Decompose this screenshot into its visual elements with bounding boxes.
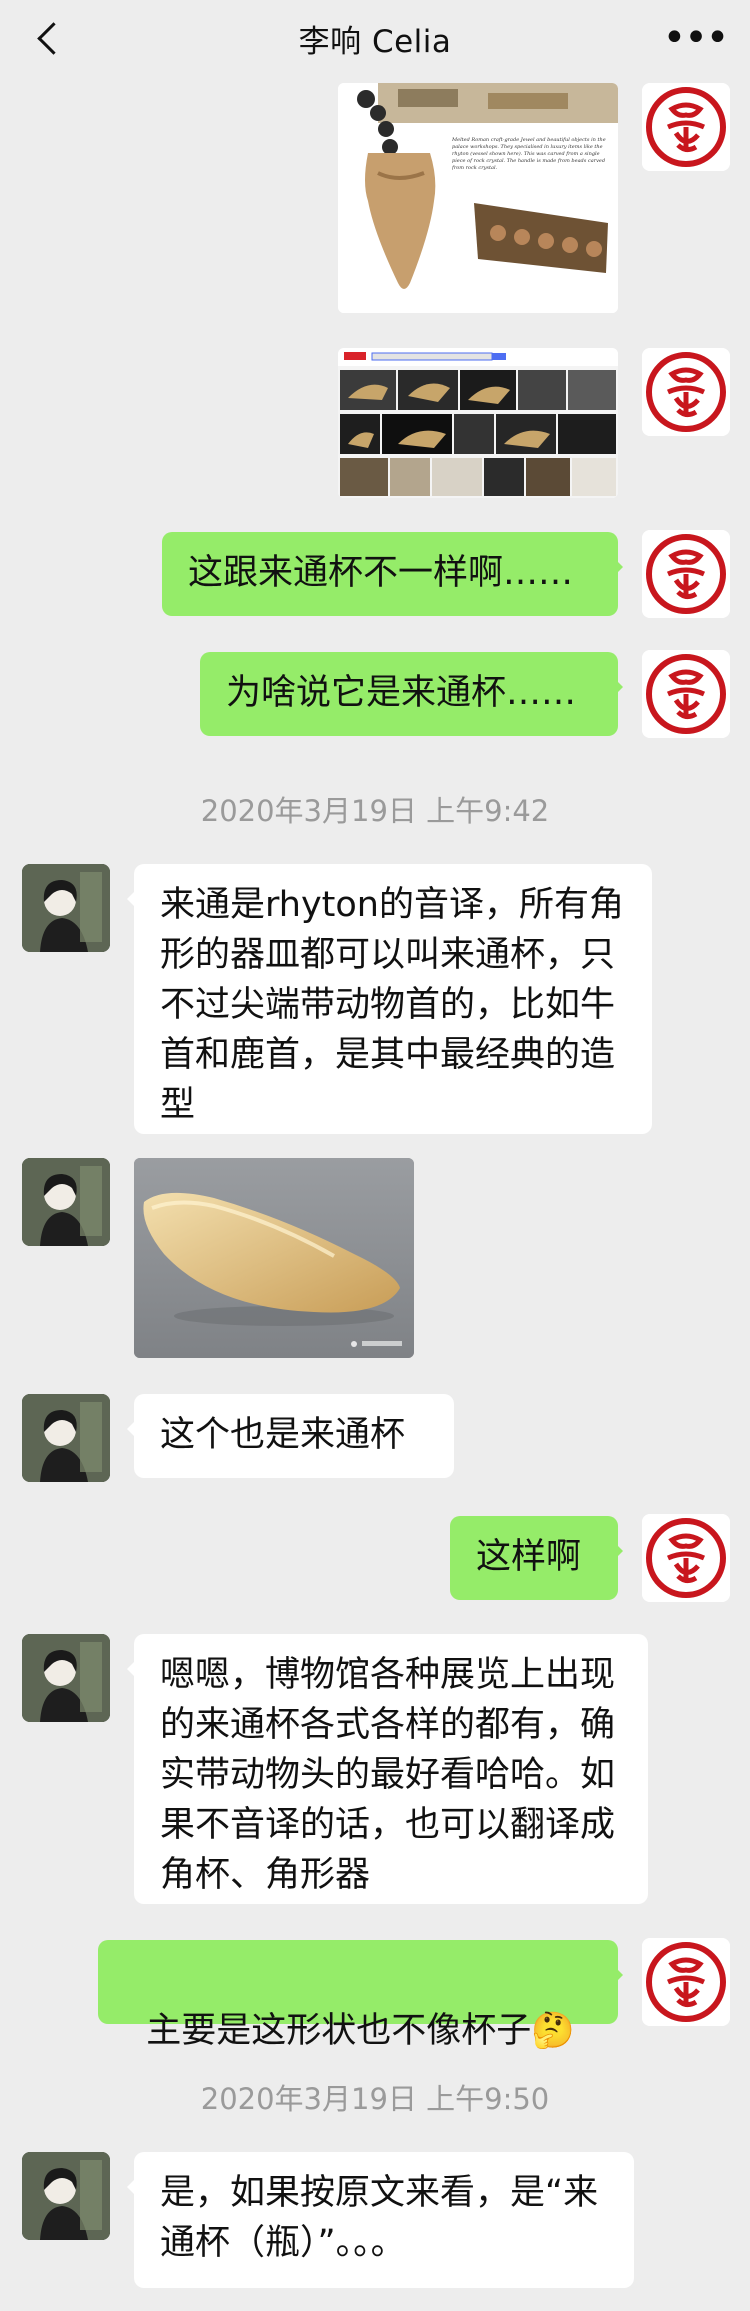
self-avatar[interactable] xyxy=(642,1938,730,2026)
contact-avatar[interactable] xyxy=(22,864,110,952)
self-avatar[interactable] xyxy=(642,530,730,618)
image-message-1[interactable]: Melted Roman craft-grade Jewel and beaut… xyxy=(338,83,618,313)
vessel-photo: Melted Roman craft-grade Jewel and beaut… xyxy=(338,83,618,313)
chevron-left-icon xyxy=(36,21,70,55)
message-bubble[interactable]: 嗯嗯，博物馆各种展览上出现的来通杯各式各样的都有，确实带动物头的最好看哈哈。如果… xyxy=(127,1634,648,1904)
message-bubble[interactable]: 来通是rhyton的音译，所有角形的器皿都可以叫来通杯，只不过尖端带动物首的，比… xyxy=(127,864,652,1134)
contact-avatar[interactable] xyxy=(22,1158,110,1246)
search-results-screenshot xyxy=(338,348,618,498)
image-message-3[interactable] xyxy=(134,1158,414,1358)
thinking-emoji-icon: 🤔 xyxy=(531,2011,575,2051)
timestamp: 2020年3月19日 上午9:42 xyxy=(200,794,550,828)
image-message-2[interactable] xyxy=(338,348,618,498)
message-text: 主要是这形状也不像杯子 xyxy=(146,2011,532,2051)
message-bubble[interactable]: 主要是这形状也不像杯子🤔 xyxy=(98,1940,623,2051)
contact-avatar[interactable] xyxy=(22,1634,110,1722)
message-bubble[interactable]: 为啥说它是来通杯…… xyxy=(200,652,623,736)
self-avatar[interactable] xyxy=(642,348,730,436)
self-avatar[interactable] xyxy=(642,650,730,738)
message-bubble[interactable]: 这跟来通杯不一样啊…… xyxy=(162,532,623,616)
chat-title: 李响 Celia xyxy=(298,23,452,60)
back-button[interactable] xyxy=(26,16,70,60)
message-bubble[interactable]: 这个也是来通杯 xyxy=(127,1394,454,1478)
timestamp: 2020年3月19日 上午9:50 xyxy=(200,2082,550,2116)
message-bubble[interactable]: 是，如果按原文来看，是“来通杯（瓶）”。。。 xyxy=(127,2152,634,2288)
image-caption: Melted Roman craft-grade Jewel and beaut… xyxy=(452,137,606,171)
self-avatar[interactable] xyxy=(642,83,730,171)
contact-avatar[interactable] xyxy=(22,2152,110,2240)
chat-header: 李响 Celia ••• xyxy=(0,0,750,76)
horn-cup-photo xyxy=(134,1158,414,1358)
self-avatar[interactable] xyxy=(642,1514,730,1602)
more-options-button[interactable]: ••• xyxy=(663,18,730,58)
contact-avatar[interactable] xyxy=(22,1394,110,1482)
message-bubble[interactable]: 这样啊 xyxy=(450,1516,623,1600)
